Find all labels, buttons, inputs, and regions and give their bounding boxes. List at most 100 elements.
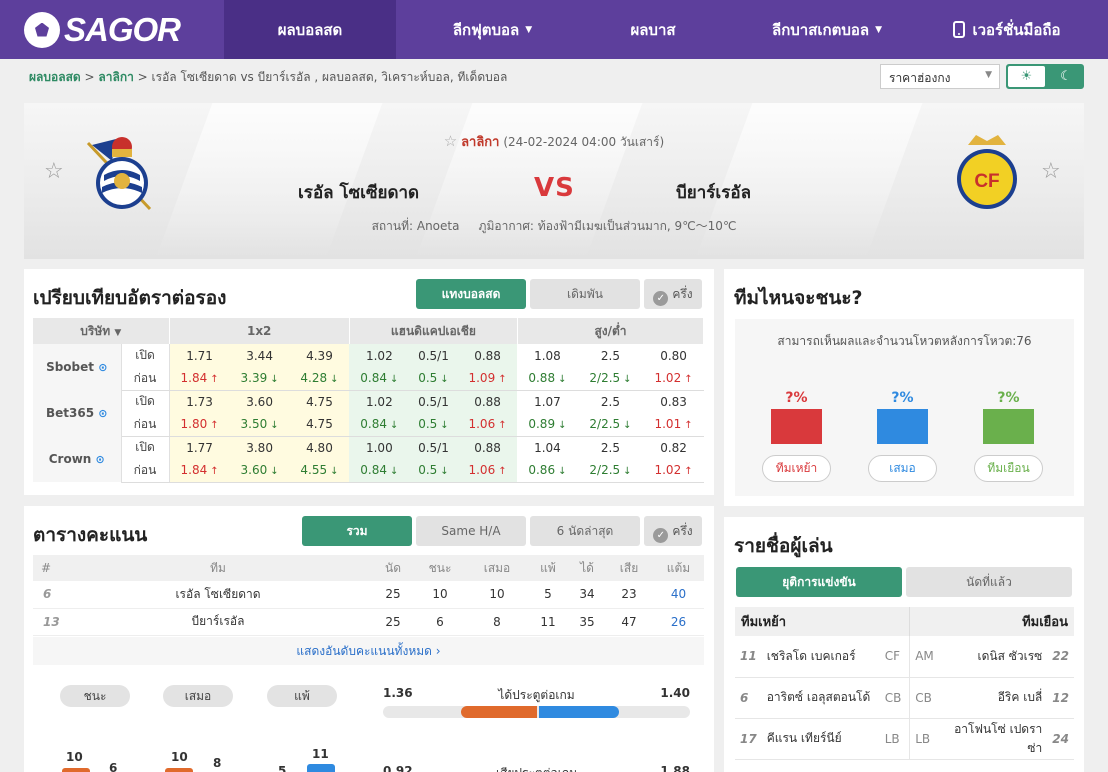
bookmaker-name[interactable]: Sbobet ⊙: [33, 344, 122, 390]
sun-icon[interactable]: ☀: [1008, 66, 1045, 87]
odds-cell: 0.86 ↓: [517, 459, 578, 483]
vote-draw-button[interactable]: เสมอ: [868, 455, 937, 482]
odds-value: 1.08: [534, 348, 561, 363]
nav-live-scores[interactable]: ผลบอลสด: [224, 0, 396, 59]
away-player-name[interactable]: อีริค เบลี่: [939, 677, 1048, 719]
goals-for-home-bar: [461, 706, 537, 718]
arrow-up-icon: ↑: [210, 420, 219, 432]
vote-home-bar: [771, 409, 822, 444]
away-player-position: CB: [909, 677, 940, 719]
odds-value: 1.80: [180, 417, 208, 432]
col-points: แต้ม: [653, 555, 704, 581]
odds-cell: 0.84 ↓: [349, 459, 410, 483]
arrow-up-icon: ↑: [210, 374, 219, 386]
goals-against-label: เสียประตูต่อเกม: [383, 764, 690, 772]
standings-row[interactable]: 13 บียาร์เรอัล 25 6 8 11 35 47 26: [33, 608, 704, 636]
odds-cell: 0.88 ↓: [517, 367, 578, 391]
site-logo[interactable]: SAGOR: [0, 0, 224, 59]
nav-basketball-scores[interactable]: ผลบาส: [589, 0, 717, 59]
odds-cell: 1.07: [517, 390, 577, 413]
live-bet-button[interactable]: แทงบอลสด: [416, 279, 526, 309]
toggle-label: ครึ่ง: [672, 287, 693, 301]
odds-cell: 2/2.5 ↓: [577, 459, 644, 483]
home-draw-bar: [165, 768, 193, 772]
home-team-name[interactable]: เรอัล โซเซียดาด: [298, 179, 419, 206]
bookmaker-name[interactable]: Crown ⊙: [33, 436, 122, 482]
trend-icon[interactable]: ⊙: [98, 361, 107, 374]
odds-value: 3.44: [246, 348, 273, 363]
trend-icon[interactable]: ⊙: [98, 407, 107, 420]
nav-mobile-version[interactable]: เวอร์ชั่นมือถือ: [937, 0, 1077, 59]
odds-cell: 1.06 ↑: [457, 413, 518, 437]
odds-cell: 1.77: [169, 436, 230, 459]
odds-cell: 4.75: [289, 413, 350, 437]
standings-cell: 5: [527, 581, 569, 609]
odds-type-label: ก่อน: [121, 367, 170, 391]
arrow-up-icon: ↑: [210, 466, 219, 478]
standings-last6-button[interactable]: 6 นัดล่าสุด: [530, 516, 640, 546]
arrow-up-icon: ↑: [498, 466, 507, 478]
odds-value: 1.02: [654, 463, 682, 478]
lineup-tab-current[interactable]: ยุติการแข่งขัน: [736, 567, 902, 597]
odds-value: 1.07: [534, 394, 561, 409]
standings-cell: 6: [33, 581, 63, 609]
odds-value: 0.5: [418, 463, 438, 478]
breadcrumb-current: เรอัล โซเซียดาด vs บียาร์เรอัล , ผลบอลสด…: [151, 70, 508, 84]
away-player-name[interactable]: เดนิส ซัวเรซ: [939, 636, 1048, 678]
nav-leagues[interactable]: ลีกฟุตบอล ▼: [396, 0, 589, 59]
goals-for-away: 1.40: [660, 686, 690, 700]
odds-value: 0.5: [418, 417, 438, 432]
vote-home-button[interactable]: ทีมเหย้า: [762, 455, 831, 482]
standings-all-button[interactable]: รวม: [302, 516, 412, 546]
lineup-tab-previous[interactable]: นัดที่แล้ว: [906, 567, 1072, 597]
home-player-position: LB: [879, 718, 911, 760]
trend-icon[interactable]: ⊙: [96, 453, 105, 466]
away-player-position: LB: [909, 718, 940, 760]
away-player-position: AM: [909, 636, 940, 678]
check-icon: ✓: [653, 291, 669, 306]
favorite-home-star-icon[interactable]: ☆: [44, 159, 64, 184]
vote-away-button[interactable]: ทีมเยือน: [974, 455, 1043, 482]
odds-cell: 1.04: [517, 436, 577, 459]
odds-format-select[interactable]: ราคาฮ่องกง ▼: [880, 64, 1000, 89]
arrow-up-icon: ↑: [498, 420, 507, 432]
standings-home-away-button[interactable]: Same H/A: [416, 516, 526, 546]
odds-cell: 0.82: [644, 436, 704, 459]
odds-cell: 4.55 ↓: [289, 459, 350, 483]
standings-half-toggle[interactable]: ✓ ครึ่ง: [644, 516, 702, 546]
star-outline-icon[interactable]: ☆: [444, 132, 457, 150]
lineup-row: 17 คีแรน เทียร์นีย์ LB LB อาโฟนโซ่ เปดราซ่า 2…: [735, 718, 1074, 760]
standings-row[interactable]: 6 เรอัล โซเซียดาด 25 10 10 5 34 23 40: [33, 581, 704, 609]
away-team-name[interactable]: บียาร์เรอัล: [676, 179, 751, 206]
arrow-down-icon: ↓: [390, 374, 399, 386]
nav-basketball-leagues[interactable]: ลีกบาสเกตบอล ▼: [717, 0, 937, 59]
show-all-standings-link[interactable]: แสดงอันดับคะแนนทั้งหมด ›: [33, 637, 704, 665]
football-logo-icon: [24, 11, 60, 48]
logo-text: SAGOR: [64, 10, 181, 48]
match-league[interactable]: ลาลิกา: [461, 135, 499, 150]
favorite-away-star-icon[interactable]: ☆: [1041, 159, 1061, 184]
draw-filter-pill[interactable]: เสมอ: [163, 685, 233, 707]
odds-value: 4.28: [300, 371, 328, 386]
loss-filter-pill[interactable]: แพ้: [267, 685, 337, 707]
breadcrumb-home[interactable]: ผลบอลสด: [29, 70, 81, 84]
villarreal-crest-icon: CF: [957, 135, 1017, 209]
away-player-name[interactable]: อาโฟนโซ่ เปดราซ่า: [939, 718, 1048, 760]
goals-for-label: ได้ประตูต่อเกม: [498, 688, 575, 702]
odds-cell: 1.84 ↑: [169, 367, 230, 391]
moon-icon[interactable]: ☾: [1051, 66, 1081, 87]
home-player-name[interactable]: คีแรน เทียร์นีย์: [761, 718, 880, 760]
theme-toggle[interactable]: ☀ ☾: [1006, 64, 1084, 89]
bet-button[interactable]: เดิมพัน: [530, 279, 640, 309]
home-player-name[interactable]: เชริลโด เบคเกอร์: [761, 636, 880, 678]
odds-value: 0.88: [474, 348, 501, 363]
half-time-toggle[interactable]: ✓ ครึ่ง: [644, 279, 702, 309]
odds-row: Crown ⊙ เปิด 1.77 3.80 4.80 1.00 0.5/1 0.88 1.04…: [33, 436, 704, 482]
home-player-name[interactable]: อาริตซ์ เอลุสตอนโด้: [761, 677, 880, 719]
col-company[interactable]: บริษัท ▼: [33, 318, 170, 344]
odds-value: 0.5/1: [418, 440, 449, 455]
breadcrumb-league[interactable]: ลาลิกา: [98, 70, 133, 84]
odds-cell: 0.83: [644, 390, 704, 413]
bookmaker-name[interactable]: Bet365 ⊙: [33, 390, 122, 436]
win-filter-pill[interactable]: ชนะ: [60, 685, 130, 707]
